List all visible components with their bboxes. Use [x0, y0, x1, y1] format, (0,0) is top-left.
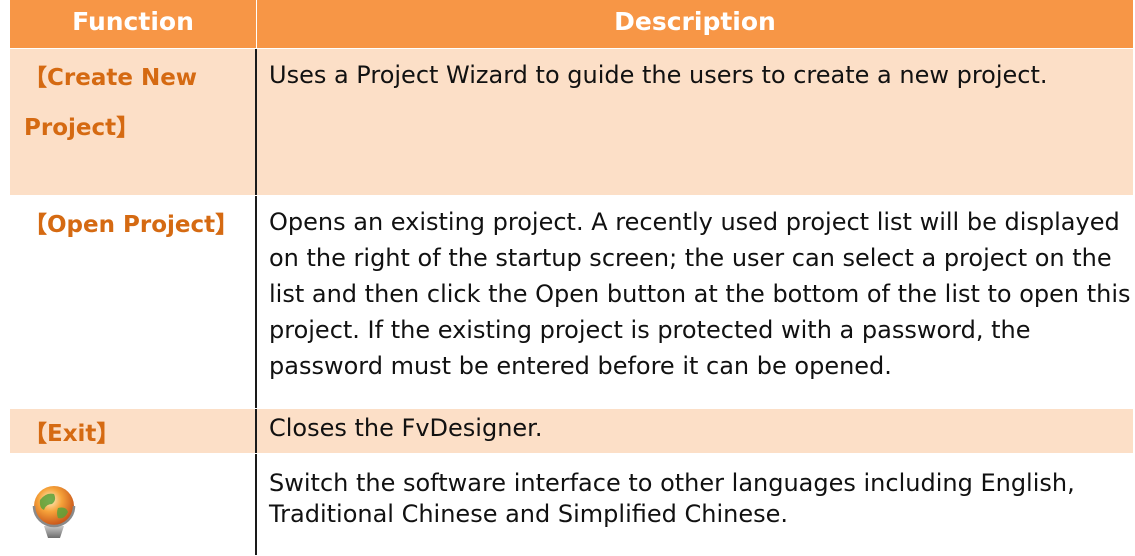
description-cell: Switch the software interface to other l…	[269, 469, 1075, 528]
function-cell: 【Open Project】	[10, 196, 257, 408]
header-function: Function	[10, 0, 257, 48]
function-label-create-new-project: 【Create New	[24, 65, 198, 91]
function-cell: 【Create New Project】	[10, 49, 257, 195]
table-row-language: Switch the software interface to other l…	[10, 454, 1133, 556]
function-cell: 【Exit】	[10, 409, 257, 453]
description-cell: Closes the FvDesigner.	[269, 414, 543, 442]
function-label-exit: 【Exit】	[24, 421, 120, 447]
function-label-open-project: 【Open Project】	[24, 212, 239, 238]
function-cell	[10, 454, 257, 555]
header-description: Description	[614, 7, 776, 36]
function-label-create-new-project-line2: Project】	[24, 115, 140, 141]
table-header-row: Function Description	[10, 0, 1133, 49]
table-row-open-project: 【Open Project】 Opens an existing project…	[10, 196, 1133, 409]
description-cell: Uses a Project Wizard to guide the users…	[269, 61, 1048, 89]
table-row-exit: 【Exit】 Closes the FvDesigner.	[10, 409, 1133, 454]
globe-language-icon	[24, 480, 84, 540]
function-table: Function Description 【Create New Project…	[10, 0, 1133, 556]
table-row-create-new-project: 【Create New Project】 Uses a Project Wiza…	[10, 49, 1133, 196]
description-cell: Opens an existing project. A recently us…	[269, 208, 1131, 380]
